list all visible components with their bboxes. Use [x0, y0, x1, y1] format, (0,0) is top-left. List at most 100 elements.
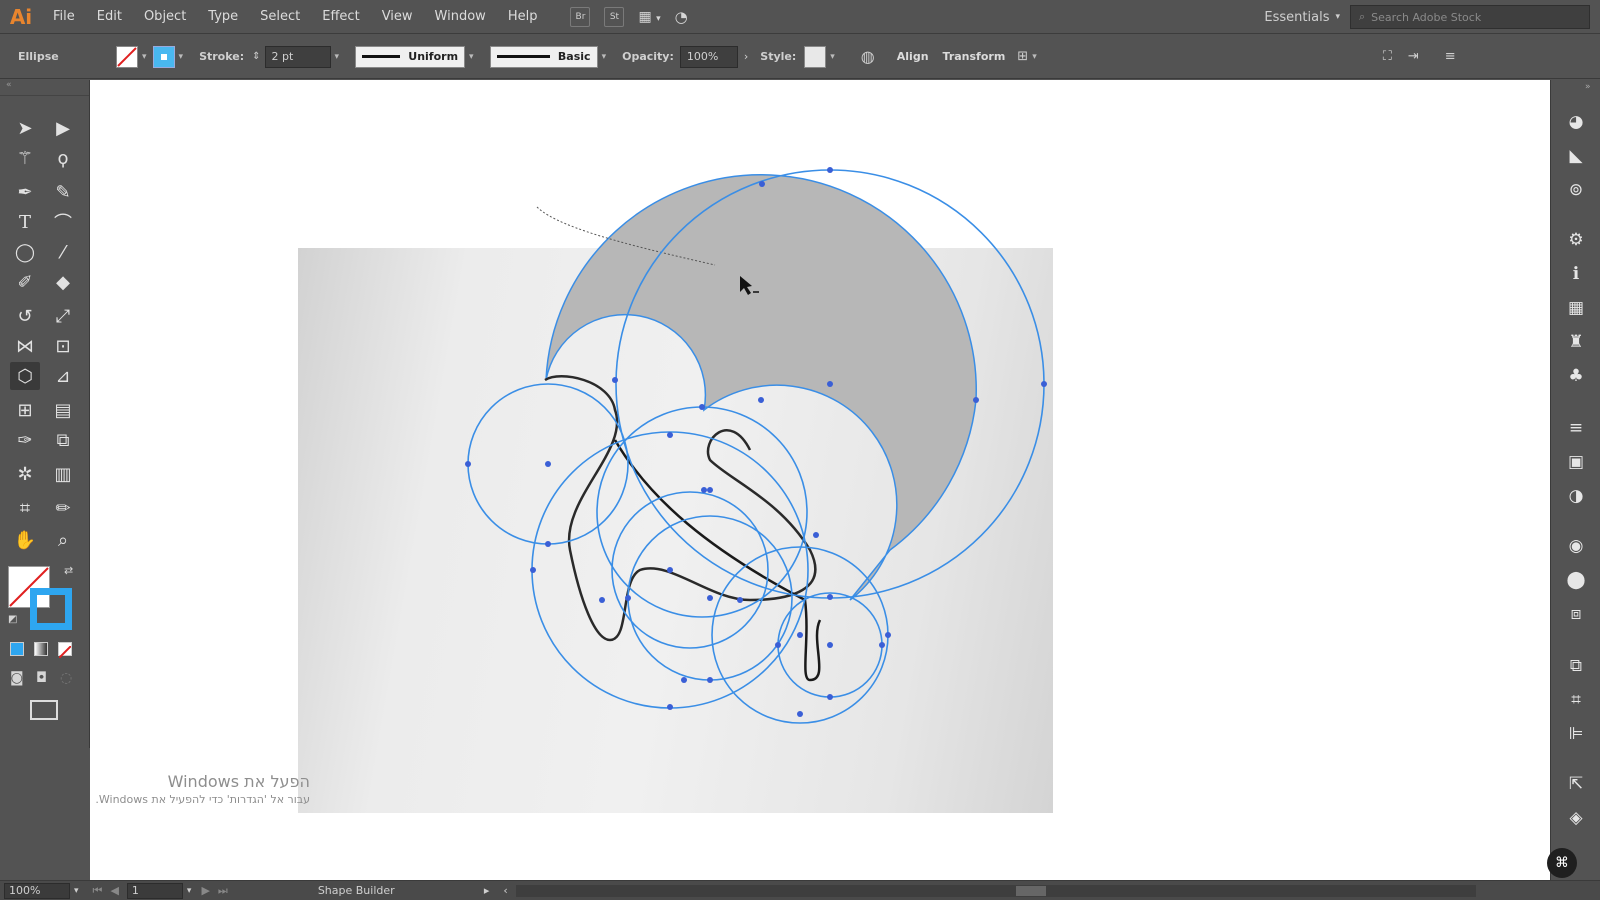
menu-view[interactable]: View	[371, 0, 424, 34]
magic-wand-icon[interactable]: ⚚	[10, 144, 40, 172]
stepper-icon[interactable]: ⇕	[252, 51, 260, 62]
ellipse-tool-icon[interactable]: ◯	[10, 238, 40, 266]
gradient-icon[interactable]: ▤	[48, 396, 78, 424]
menu-effect[interactable]: Effect	[311, 0, 370, 34]
transform-reference-icon[interactable]: ⊞	[1017, 49, 1028, 64]
stroke-swatch[interactable]	[152, 45, 175, 68]
screen-mode-icon[interactable]	[30, 700, 58, 720]
gpu-performance-icon[interactable]: ◔	[675, 8, 688, 26]
zoom-field[interactable]: 100%	[4, 882, 70, 899]
swap-fill-stroke-icon[interactable]: ⇄	[64, 564, 73, 577]
tools-collapse-icon[interactable]: «	[0, 80, 89, 96]
perspective-grid-icon[interactable]: ⊿	[48, 362, 78, 390]
stroke-weight-field[interactable]: 2 pt	[264, 45, 331, 68]
brushes-icon[interactable]: ♜	[1564, 330, 1588, 354]
align-panel-icon[interactable]: ⊫	[1564, 722, 1588, 746]
workspace-switcher[interactable]: Essentials ▾	[1264, 0, 1340, 34]
fill-chevron-icon[interactable]: ▾	[142, 52, 147, 62]
direct-selection-tool-icon[interactable]: ▶	[48, 114, 78, 142]
symbols-icon[interactable]: ♣	[1564, 364, 1588, 388]
menu-object[interactable]: Object	[133, 0, 197, 34]
pathfinder-icon[interactable]: ⧉	[1564, 654, 1588, 678]
artboard-icon[interactable]: ⌗	[10, 494, 40, 522]
opacity-label[interactable]: Opacity:	[622, 50, 674, 63]
type-tool-icon[interactable]: T	[10, 208, 40, 236]
eyedropper-icon[interactable]: ✑	[10, 426, 40, 454]
menu-window[interactable]: Window	[424, 0, 497, 34]
creative-cloud-icon[interactable]: ⌘	[1547, 848, 1577, 878]
symbol-sprayer-icon[interactable]: ✲	[10, 460, 40, 488]
default-colors-icon[interactable]: ◩	[8, 614, 17, 625]
style-chevron-icon[interactable]: ▾	[830, 52, 835, 62]
graphic-styles-icon[interactable]: ⬤	[1564, 568, 1588, 592]
eraser-icon[interactable]: ◆	[48, 268, 78, 296]
free-transform-icon[interactable]: ⊡	[48, 332, 78, 360]
menu-select[interactable]: Select	[249, 0, 311, 34]
control-menu-icon[interactable]: ≡	[1445, 49, 1456, 64]
stroke-color-chevron-icon[interactable]: ▾	[179, 52, 184, 62]
gradient-panel-icon[interactable]: ▣	[1564, 450, 1588, 474]
first-artboard-icon[interactable]: ⏮	[93, 884, 103, 898]
panel-collapse-icon[interactable]: »	[1585, 82, 1591, 92]
none-mode-icon[interactable]	[58, 642, 72, 659]
chevron-right-icon[interactable]: ›	[744, 50, 748, 63]
search-stock-field[interactable]: ⌕ Search Adobe Stock	[1350, 5, 1590, 29]
profile-chevron-icon[interactable]: ▾	[469, 52, 474, 62]
draw-inside-icon[interactable]: ◌	[60, 670, 72, 686]
align-link[interactable]: Align	[897, 50, 929, 63]
navigator-icon[interactable]: ⊚	[1564, 178, 1588, 202]
layers-icon[interactable]: ◈	[1564, 806, 1588, 830]
draw-normal-icon[interactable]: ◙	[10, 670, 24, 686]
properties-icon[interactable]: ⚙	[1564, 228, 1588, 252]
transform-link[interactable]: Transform	[943, 50, 1006, 63]
menu-help[interactable]: Help	[497, 0, 549, 34]
stroke-weight-chevron-icon[interactable]: ▾	[335, 52, 340, 62]
scrollbar-thumb[interactable]	[1015, 885, 1046, 896]
zoom-chevron-icon[interactable]: ▾	[74, 886, 79, 896]
isolate-icon[interactable]: ⛶	[1383, 49, 1392, 64]
arrange-documents-icon[interactable]: ▦ ▾	[638, 9, 660, 25]
color-mode-icon[interactable]	[10, 642, 24, 656]
pen-tool-icon[interactable]: ✒	[10, 178, 40, 206]
fill-swatch[interactable]	[116, 45, 138, 68]
transparency-icon[interactable]: ◑	[1564, 484, 1588, 508]
column-graph-icon[interactable]: ▥	[48, 460, 78, 488]
info-icon[interactable]: ℹ	[1564, 262, 1588, 286]
scroll-left-icon[interactable]: ‹	[503, 884, 507, 897]
brush-definition[interactable]: Basic	[489, 45, 598, 68]
width-tool-icon[interactable]: ⋈	[10, 332, 40, 360]
next-artboard-icon[interactable]: ▶	[201, 884, 209, 897]
status-menu-icon[interactable]: ▸	[484, 884, 490, 897]
opacity-field[interactable]: 100%	[679, 45, 738, 68]
bridge-icon[interactable]: Br	[570, 6, 591, 27]
swatches-icon[interactable]: ▦	[1564, 296, 1588, 320]
menu-edit[interactable]: Edit	[86, 0, 133, 34]
draw-behind-icon[interactable]: ◘	[36, 670, 47, 686]
shape-builder-icon[interactable]: ⬡	[10, 362, 40, 390]
stroke-indicator[interactable]	[30, 588, 72, 630]
transform-panel-icon[interactable]: ⌗	[1564, 688, 1588, 712]
color-guide-icon[interactable]: ◣	[1564, 144, 1588, 168]
variable-width-profile[interactable]: Uniform	[355, 45, 466, 68]
brush-chevron-icon[interactable]: ▾	[602, 52, 607, 62]
recolor-artwork-icon[interactable]: ◍	[861, 47, 875, 66]
artboard-field[interactable]: 1	[126, 882, 183, 899]
canvas-area[interactable]: הפעל את Windows עבור אל 'הגדרות' כדי להפ…	[90, 80, 1550, 880]
transform-chevron-icon[interactable]: ▾	[1032, 52, 1037, 62]
status-tool-label[interactable]: Shape Builder	[318, 884, 478, 897]
curvature-tool-icon[interactable]: ✎	[48, 178, 78, 206]
menu-file[interactable]: File	[42, 0, 86, 34]
slice-icon[interactable]: ✏	[48, 494, 78, 522]
prev-artboard-icon[interactable]: ◀	[110, 884, 118, 897]
paintbrush-icon[interactable]: ⁄	[48, 238, 78, 266]
artwork-overlay[interactable]	[90, 80, 1550, 880]
selection-tool-icon[interactable]: ➤	[10, 114, 40, 142]
line-segment-icon[interactable]: ⌒	[48, 208, 78, 236]
stroke-panel-icon[interactable]: ≡	[1564, 416, 1588, 440]
appearance-icon[interactable]: ◉	[1564, 534, 1588, 558]
horizontal-scrollbar[interactable]	[515, 884, 1476, 897]
mesh-icon[interactable]: ⊞	[10, 396, 40, 424]
zoom-icon[interactable]: ⌕	[48, 526, 78, 554]
panel-options-icon[interactable]: ⇥	[1408, 49, 1419, 64]
blend-icon[interactable]: ⧉	[48, 426, 78, 454]
